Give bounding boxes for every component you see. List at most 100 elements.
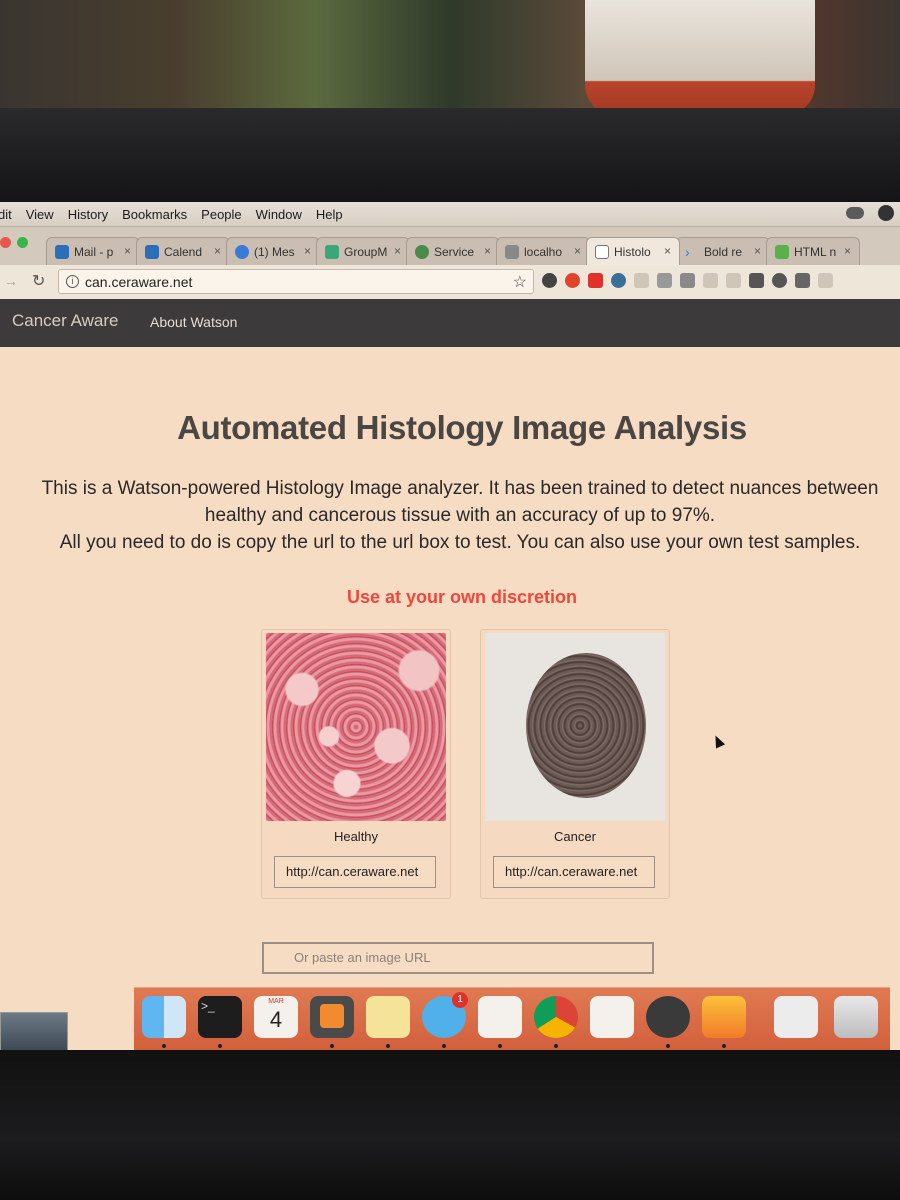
close-icon[interactable]: × bbox=[484, 244, 491, 258]
menu-item-view[interactable]: View bbox=[26, 207, 54, 222]
messages-badge: 1 bbox=[452, 992, 468, 1008]
tab-label: Calend bbox=[164, 244, 203, 259]
page-description: This is a Watson-powered Histology Image… bbox=[20, 475, 900, 556]
angular-icon[interactable] bbox=[749, 273, 764, 288]
mail-icon[interactable] bbox=[795, 273, 810, 288]
creative-cloud-icon[interactable] bbox=[846, 207, 864, 219]
outlook-icon bbox=[145, 244, 159, 259]
close-icon[interactable]: × bbox=[304, 244, 311, 258]
sample-card-cancer: Cancer http://can.ceraware.net bbox=[480, 629, 670, 899]
menu-item-window[interactable]: Window bbox=[256, 207, 302, 222]
messenger-icon bbox=[235, 244, 249, 259]
close-icon[interactable]: × bbox=[574, 244, 581, 258]
menu-item-people[interactable]: People bbox=[201, 207, 241, 222]
url-text[interactable]: can.ceraware.net bbox=[85, 274, 192, 290]
brand-link[interactable]: Cancer Aware bbox=[12, 311, 118, 331]
star-icon[interactable]: ☆ bbox=[513, 272, 527, 292]
main-content: Automated Histology Image Analysis This … bbox=[0, 347, 900, 1052]
running-indicator bbox=[666, 1044, 670, 1048]
close-icon[interactable]: × bbox=[754, 244, 761, 258]
close-icon[interactable]: × bbox=[214, 244, 221, 258]
desktop-thumbnail[interactable] bbox=[0, 1012, 68, 1052]
wave-icon[interactable] bbox=[726, 273, 741, 288]
sample-label: Cancer bbox=[554, 829, 596, 844]
tab-localhost[interactable]: localho × bbox=[496, 237, 590, 265]
tab-calendar[interactable]: Calend × bbox=[136, 237, 230, 265]
tab-mail[interactable]: Mail - p × bbox=[46, 237, 140, 265]
trash-icon[interactable] bbox=[834, 996, 878, 1038]
sample-url-field[interactable]: http://can.ceraware.net bbox=[493, 856, 655, 888]
outlook-icon bbox=[55, 244, 69, 259]
sample-card-healthy: Healthy http://can.ceraware.net bbox=[261, 629, 451, 899]
opera-icon[interactable] bbox=[565, 273, 580, 288]
slack-icon[interactable] bbox=[478, 996, 522, 1038]
groupme-icon bbox=[325, 244, 339, 259]
tab-label: HTML n bbox=[794, 244, 837, 259]
notes-icon[interactable] bbox=[366, 996, 410, 1038]
menu-item-history[interactable]: History bbox=[68, 207, 108, 222]
finder-icon[interactable] bbox=[142, 996, 186, 1038]
minimize-button[interactable] bbox=[0, 237, 11, 248]
terminal-icon[interactable]: >_ bbox=[198, 996, 242, 1038]
tab-messenger[interactable]: (1) Mes × bbox=[226, 237, 320, 265]
tab-service[interactable]: Service × bbox=[406, 237, 500, 265]
nav-about-watson[interactable]: About Watson bbox=[150, 314, 237, 330]
extension-icon[interactable] bbox=[611, 273, 626, 288]
running-indicator bbox=[722, 1044, 726, 1048]
menu-item-help[interactable]: Help bbox=[316, 207, 343, 222]
cloud-icon[interactable] bbox=[818, 273, 833, 288]
sketch-icon[interactable] bbox=[702, 996, 746, 1038]
cancer-sample-image[interactable] bbox=[485, 633, 665, 821]
calendar-icon[interactable]: MAR 4 bbox=[254, 996, 298, 1038]
forward-icon[interactable]: → bbox=[4, 273, 18, 289]
close-icon[interactable]: × bbox=[394, 244, 401, 258]
close-icon[interactable]: × bbox=[124, 244, 131, 258]
info-icon[interactable]: i bbox=[66, 275, 79, 288]
hexagon-icon[interactable] bbox=[772, 273, 787, 288]
healthy-sample-image[interactable] bbox=[266, 633, 446, 821]
reminders-icon[interactable] bbox=[590, 996, 634, 1038]
user-icon[interactable] bbox=[878, 205, 894, 221]
running-indicator bbox=[442, 1044, 446, 1048]
image-url-input[interactable]: Or paste an image URL bbox=[262, 942, 654, 974]
note-icon[interactable] bbox=[634, 273, 649, 288]
chevron-right-icon: › bbox=[685, 243, 690, 260]
notifications-icon[interactable] bbox=[588, 273, 603, 288]
service-icon bbox=[415, 244, 429, 259]
incognito-icon[interactable] bbox=[542, 273, 557, 288]
tab-html[interactable]: HTML n × bbox=[766, 237, 860, 265]
tab-bold[interactable]: › Bold re × bbox=[676, 237, 770, 265]
running-indicator bbox=[386, 1044, 390, 1048]
chrome-icon[interactable] bbox=[534, 996, 578, 1038]
tab-label: localho bbox=[524, 244, 563, 259]
menu-bar: dit View History Bookmarks People Window… bbox=[0, 202, 900, 227]
running-indicator bbox=[162, 1044, 166, 1048]
sample-url-field[interactable]: http://can.ceraware.net bbox=[274, 856, 436, 888]
tab-label: Bold re bbox=[704, 244, 743, 259]
address-bar[interactable]: i can.ceraware.net ☆ bbox=[58, 269, 534, 294]
sublime-text-icon[interactable] bbox=[310, 996, 354, 1038]
menu-item-bookmarks[interactable]: Bookmarks bbox=[122, 207, 187, 222]
window-controls bbox=[0, 237, 28, 248]
reload-icon[interactable]: ↻ bbox=[32, 271, 45, 291]
tab-histology[interactable]: Histolo × bbox=[586, 237, 680, 265]
site-navbar: Cancer Aware About Watson bbox=[0, 299, 900, 347]
github-icon[interactable] bbox=[646, 996, 690, 1038]
screen: dit View History Bookmarks People Window… bbox=[0, 202, 900, 1052]
close-icon[interactable]: × bbox=[844, 244, 851, 258]
tab-label: Service bbox=[434, 244, 475, 259]
chat-icon[interactable] bbox=[703, 273, 718, 288]
zoom-button[interactable] bbox=[17, 237, 28, 248]
monitor-bezel-top bbox=[0, 108, 900, 203]
tab-strip: Mail - p × Calend × (1) Mes × GroupM × S… bbox=[0, 227, 900, 265]
close-icon[interactable]: × bbox=[664, 244, 671, 258]
background-cup bbox=[585, 0, 815, 115]
page-icon bbox=[595, 244, 609, 259]
tab-groupme[interactable]: GroupM × bbox=[316, 237, 410, 265]
t-icon[interactable] bbox=[680, 273, 695, 288]
preview-icon[interactable] bbox=[774, 996, 818, 1038]
mouse-cursor bbox=[710, 733, 726, 749]
menu-item-edit[interactable]: dit bbox=[0, 207, 12, 222]
calendar-day: 4 bbox=[269, 1007, 283, 1032]
database-icon[interactable] bbox=[657, 273, 672, 288]
